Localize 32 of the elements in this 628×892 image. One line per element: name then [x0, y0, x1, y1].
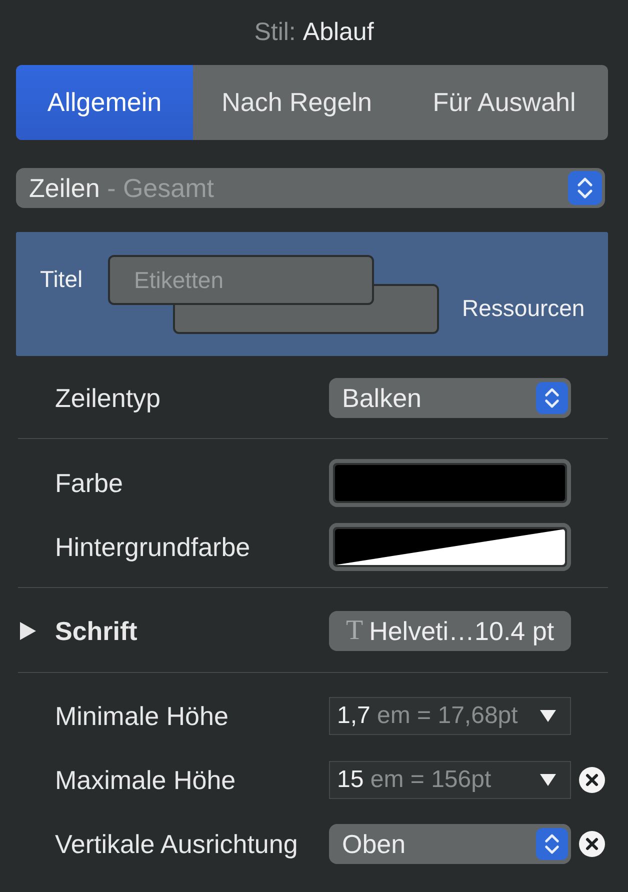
color-well[interactable]	[329, 459, 571, 507]
row-label: Hintergrundfarbe	[55, 532, 252, 562]
tab[interactable]: Für Auswahl	[400, 65, 608, 140]
style-name: Ablauf	[302, 18, 374, 47]
row-label: Vertikale Ausrichtung	[55, 828, 299, 860]
row-label: Farbe	[55, 468, 124, 498]
tab[interactable]: Allgemein	[16, 65, 193, 140]
popup-button[interactable]: Oben	[329, 824, 571, 864]
preview-resource-label: Ressourcen	[462, 295, 585, 322]
dropdown-arrow-icon[interactable]	[540, 774, 556, 786]
row-label: Zeilentyp	[55, 382, 162, 414]
height-combo-field[interactable]: 15 em = 156pt	[329, 761, 571, 799]
color-well[interactable]	[329, 523, 571, 571]
stepper-icon	[568, 171, 602, 205]
height-combo-field[interactable]: 1,7 em = 17,68pt	[329, 697, 571, 735]
row-label: Minimale Höhe	[55, 700, 230, 732]
stepper-icon	[536, 382, 568, 414]
clear-icon[interactable]	[579, 767, 605, 793]
style-label: Stil:	[254, 18, 296, 47]
row-label: Maximale Höhe	[55, 764, 237, 796]
label-bar: Etiketten	[108, 255, 374, 305]
stepper-icon	[536, 828, 568, 860]
font-icon: T	[346, 615, 364, 647]
disclosure-triangle-icon[interactable]	[20, 622, 36, 640]
row-label: Schrift	[55, 616, 138, 646]
dropdown-arrow-icon[interactable]	[540, 710, 556, 722]
scope-popup-button[interactable]: Zeilen - Gesamt	[16, 168, 605, 208]
tab[interactable]: Nach Regeln	[193, 65, 400, 140]
popup-button[interactable]: Balken	[329, 378, 571, 418]
font-button[interactable]: T Helveti…10.4 pt	[329, 611, 571, 651]
preview-title-label: Titel	[40, 266, 83, 293]
clear-icon[interactable]	[579, 831, 605, 857]
